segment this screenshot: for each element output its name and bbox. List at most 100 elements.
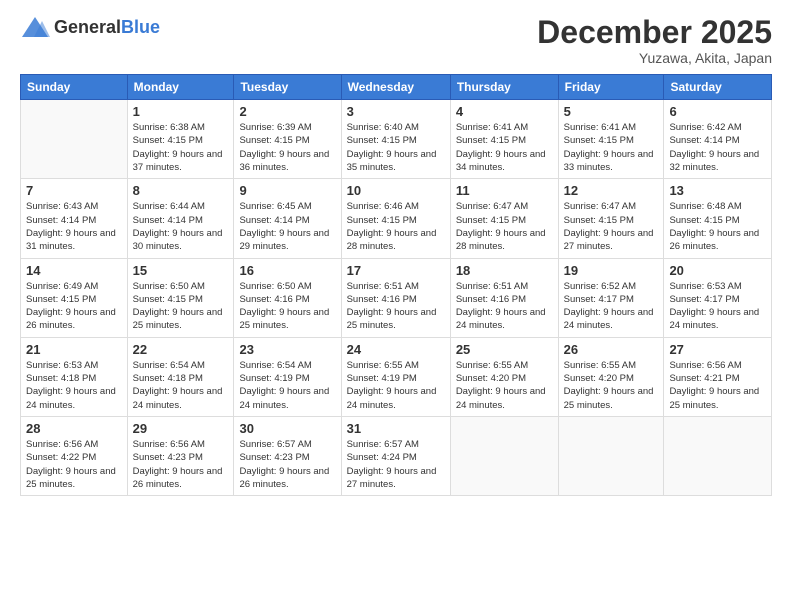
day-info: Sunrise: 6:57 AMSunset: 4:23 PMDaylight:…	[239, 438, 335, 491]
calendar-cell-w1-d5: 5 Sunrise: 6:41 AMSunset: 4:15 PMDayligh…	[558, 100, 664, 179]
calendar-cell-w4-d2: 23 Sunrise: 6:54 AMSunset: 4:19 PMDaylig…	[234, 337, 341, 416]
weekday-header-row: Sunday Monday Tuesday Wednesday Thursday…	[21, 75, 772, 100]
week-row-2: 7 Sunrise: 6:43 AMSunset: 4:14 PMDayligh…	[21, 179, 772, 258]
day-number: 12	[564, 183, 659, 198]
day-info: Sunrise: 6:47 AMSunset: 4:15 PMDaylight:…	[564, 200, 659, 253]
day-number: 6	[669, 104, 766, 119]
calendar-cell-w4-d5: 26 Sunrise: 6:55 AMSunset: 4:20 PMDaylig…	[558, 337, 664, 416]
day-info: Sunrise: 6:51 AMSunset: 4:16 PMDaylight:…	[347, 280, 445, 333]
calendar-cell-w2-d5: 12 Sunrise: 6:47 AMSunset: 4:15 PMDaylig…	[558, 179, 664, 258]
calendar-cell-w1-d1: 1 Sunrise: 6:38 AMSunset: 4:15 PMDayligh…	[127, 100, 234, 179]
day-number: 23	[239, 342, 335, 357]
day-info: Sunrise: 6:38 AMSunset: 4:15 PMDaylight:…	[133, 121, 229, 174]
day-number: 7	[26, 183, 122, 198]
calendar-cell-w4-d6: 27 Sunrise: 6:56 AMSunset: 4:21 PMDaylig…	[664, 337, 772, 416]
day-number: 4	[456, 104, 553, 119]
calendar-cell-w4-d1: 22 Sunrise: 6:54 AMSunset: 4:18 PMDaylig…	[127, 337, 234, 416]
day-info: Sunrise: 6:53 AMSunset: 4:18 PMDaylight:…	[26, 359, 122, 412]
day-number: 26	[564, 342, 659, 357]
day-info: Sunrise: 6:41 AMSunset: 4:15 PMDaylight:…	[564, 121, 659, 174]
calendar-cell-w4-d3: 24 Sunrise: 6:55 AMSunset: 4:19 PMDaylig…	[341, 337, 450, 416]
day-info: Sunrise: 6:50 AMSunset: 4:15 PMDaylight:…	[133, 280, 229, 333]
header: GeneralBlue December 2025 Yuzawa, Akita,…	[20, 15, 772, 66]
day-number: 2	[239, 104, 335, 119]
day-number: 8	[133, 183, 229, 198]
calendar-cell-w5-d0: 28 Sunrise: 6:56 AMSunset: 4:22 PMDaylig…	[21, 416, 128, 495]
day-info: Sunrise: 6:52 AMSunset: 4:17 PMDaylight:…	[564, 280, 659, 333]
week-row-4: 21 Sunrise: 6:53 AMSunset: 4:18 PMDaylig…	[21, 337, 772, 416]
calendar-cell-w5-d6	[664, 416, 772, 495]
calendar-cell-w5-d1: 29 Sunrise: 6:56 AMSunset: 4:23 PMDaylig…	[127, 416, 234, 495]
logo-general: General	[54, 17, 121, 37]
day-number: 17	[347, 263, 445, 278]
calendar-cell-w2-d0: 7 Sunrise: 6:43 AMSunset: 4:14 PMDayligh…	[21, 179, 128, 258]
calendar-cell-w2-d3: 10 Sunrise: 6:46 AMSunset: 4:15 PMDaylig…	[341, 179, 450, 258]
day-info: Sunrise: 6:41 AMSunset: 4:15 PMDaylight:…	[456, 121, 553, 174]
calendar-cell-w5-d4	[450, 416, 558, 495]
day-info: Sunrise: 6:56 AMSunset: 4:22 PMDaylight:…	[26, 438, 122, 491]
day-info: Sunrise: 6:45 AMSunset: 4:14 PMDaylight:…	[239, 200, 335, 253]
calendar-cell-w1-d6: 6 Sunrise: 6:42 AMSunset: 4:14 PMDayligh…	[664, 100, 772, 179]
day-info: Sunrise: 6:53 AMSunset: 4:17 PMDaylight:…	[669, 280, 766, 333]
day-number: 15	[133, 263, 229, 278]
day-number: 19	[564, 263, 659, 278]
calendar-cell-w1-d4: 4 Sunrise: 6:41 AMSunset: 4:15 PMDayligh…	[450, 100, 558, 179]
day-info: Sunrise: 6:50 AMSunset: 4:16 PMDaylight:…	[239, 280, 335, 333]
week-row-5: 28 Sunrise: 6:56 AMSunset: 4:22 PMDaylig…	[21, 416, 772, 495]
day-info: Sunrise: 6:46 AMSunset: 4:15 PMDaylight:…	[347, 200, 445, 253]
calendar-cell-w3-d2: 16 Sunrise: 6:50 AMSunset: 4:16 PMDaylig…	[234, 258, 341, 337]
calendar-cell-w3-d1: 15 Sunrise: 6:50 AMSunset: 4:15 PMDaylig…	[127, 258, 234, 337]
location-title: Yuzawa, Akita, Japan	[537, 50, 772, 66]
day-number: 14	[26, 263, 122, 278]
calendar-cell-w5-d2: 30 Sunrise: 6:57 AMSunset: 4:23 PMDaylig…	[234, 416, 341, 495]
calendar-cell-w1-d2: 2 Sunrise: 6:39 AMSunset: 4:15 PMDayligh…	[234, 100, 341, 179]
day-number: 20	[669, 263, 766, 278]
day-info: Sunrise: 6:57 AMSunset: 4:24 PMDaylight:…	[347, 438, 445, 491]
calendar-cell-w3-d3: 17 Sunrise: 6:51 AMSunset: 4:16 PMDaylig…	[341, 258, 450, 337]
day-number: 18	[456, 263, 553, 278]
day-number: 31	[347, 421, 445, 436]
calendar-cell-w2-d6: 13 Sunrise: 6:48 AMSunset: 4:15 PMDaylig…	[664, 179, 772, 258]
header-tuesday: Tuesday	[234, 75, 341, 100]
header-monday: Monday	[127, 75, 234, 100]
calendar-cell-w5-d3: 31 Sunrise: 6:57 AMSunset: 4:24 PMDaylig…	[341, 416, 450, 495]
day-number: 21	[26, 342, 122, 357]
header-friday: Friday	[558, 75, 664, 100]
day-number: 3	[347, 104, 445, 119]
day-info: Sunrise: 6:51 AMSunset: 4:16 PMDaylight:…	[456, 280, 553, 333]
day-number: 13	[669, 183, 766, 198]
header-wednesday: Wednesday	[341, 75, 450, 100]
day-info: Sunrise: 6:39 AMSunset: 4:15 PMDaylight:…	[239, 121, 335, 174]
day-info: Sunrise: 6:44 AMSunset: 4:14 PMDaylight:…	[133, 200, 229, 253]
logo-icon	[20, 15, 50, 39]
day-info: Sunrise: 6:55 AMSunset: 4:20 PMDaylight:…	[564, 359, 659, 412]
day-number: 29	[133, 421, 229, 436]
logo: GeneralBlue	[20, 15, 160, 39]
page: GeneralBlue December 2025 Yuzawa, Akita,…	[0, 0, 792, 612]
day-number: 16	[239, 263, 335, 278]
day-info: Sunrise: 6:54 AMSunset: 4:19 PMDaylight:…	[239, 359, 335, 412]
day-number: 5	[564, 104, 659, 119]
week-row-1: 1 Sunrise: 6:38 AMSunset: 4:15 PMDayligh…	[21, 100, 772, 179]
calendar-cell-w2-d2: 9 Sunrise: 6:45 AMSunset: 4:14 PMDayligh…	[234, 179, 341, 258]
logo-blue: Blue	[121, 17, 160, 37]
calendar-cell-w2-d1: 8 Sunrise: 6:44 AMSunset: 4:14 PMDayligh…	[127, 179, 234, 258]
day-info: Sunrise: 6:49 AMSunset: 4:15 PMDaylight:…	[26, 280, 122, 333]
calendar-cell-w4-d0: 21 Sunrise: 6:53 AMSunset: 4:18 PMDaylig…	[21, 337, 128, 416]
day-number: 28	[26, 421, 122, 436]
title-block: December 2025 Yuzawa, Akita, Japan	[537, 15, 772, 66]
day-number: 30	[239, 421, 335, 436]
header-saturday: Saturday	[664, 75, 772, 100]
day-number: 9	[239, 183, 335, 198]
day-number: 25	[456, 342, 553, 357]
day-info: Sunrise: 6:56 AMSunset: 4:21 PMDaylight:…	[669, 359, 766, 412]
day-number: 1	[133, 104, 229, 119]
day-info: Sunrise: 6:54 AMSunset: 4:18 PMDaylight:…	[133, 359, 229, 412]
day-info: Sunrise: 6:55 AMSunset: 4:20 PMDaylight:…	[456, 359, 553, 412]
day-info: Sunrise: 6:43 AMSunset: 4:14 PMDaylight:…	[26, 200, 122, 253]
calendar: Sunday Monday Tuesday Wednesday Thursday…	[20, 74, 772, 496]
month-title: December 2025	[537, 15, 772, 50]
day-number: 11	[456, 183, 553, 198]
calendar-cell-w4-d4: 25 Sunrise: 6:55 AMSunset: 4:20 PMDaylig…	[450, 337, 558, 416]
day-number: 10	[347, 183, 445, 198]
